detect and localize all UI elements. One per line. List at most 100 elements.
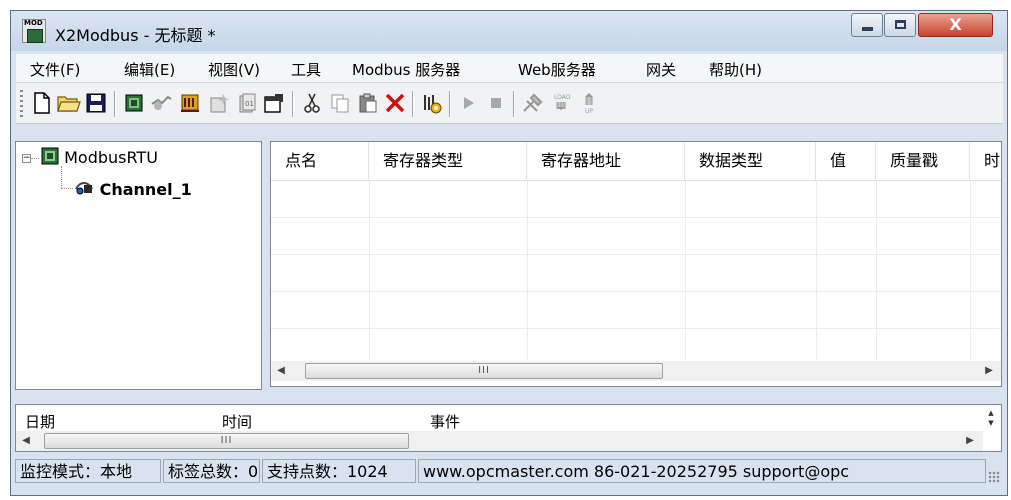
toolbar-separator [449, 91, 451, 117]
tree-node-label: ModbusRTU [64, 148, 158, 167]
copy-icon[interactable] [328, 91, 352, 115]
log-horizontal-scrollbar[interactable]: ◀ III ▶ [16, 431, 983, 451]
grid-column-line [876, 180, 877, 360]
tree-node-modbusrtu[interactable]: ModbusRTU [41, 147, 158, 167]
menu-bar: 文件(F) 编辑(E) 视图(V) 工具 Modbus 服务器 Web服务器 网… [16, 54, 1003, 83]
minimize-icon [862, 27, 873, 31]
tree-connector [61, 166, 62, 188]
resize-grip[interactable] [988, 471, 1000, 483]
scroll-thumb[interactable]: III [305, 363, 663, 379]
status-contact: www.opcmaster.com 86-021-20252795 suppor… [418, 459, 986, 483]
column-header-data-type[interactable]: 数据类型 [685, 142, 816, 180]
table-header: 点名 寄存器类型 寄存器地址 数据类型 值 质量戳 时间 [271, 142, 1001, 181]
close-icon: X [949, 15, 962, 34]
tree-node-label: Channel_1 [99, 180, 192, 199]
menu-web-server[interactable]: Web服务器 [518, 59, 596, 80]
minimize-button[interactable] [851, 13, 883, 37]
maximize-icon [895, 20, 906, 29]
svg-text:01: 01 [245, 100, 254, 108]
menu-edit[interactable]: 编辑(E) [124, 59, 175, 80]
grid-column-line [369, 180, 370, 360]
grid-column-line [970, 180, 971, 360]
add-point-icon[interactable]: 01 [235, 91, 259, 115]
menu-tools[interactable]: 工具 [291, 59, 321, 80]
toolbar-separator [114, 91, 116, 117]
menu-gateway[interactable]: 网关 [646, 59, 676, 80]
new-group-icon[interactable] [207, 91, 231, 115]
channel-icon [75, 182, 93, 195]
log-column-event[interactable]: 事件 [430, 411, 460, 432]
stop-icon[interactable] [484, 91, 508, 115]
event-log: 日期 时间 事件 ▲ ▼ ◀ III ▶ [15, 404, 1002, 452]
play-icon[interactable] [457, 91, 481, 115]
grid-row-line [271, 328, 1001, 329]
close-button[interactable]: X [918, 13, 993, 37]
tree-connector [31, 158, 39, 159]
scroll-left-icon[interactable]: ◀ [16, 431, 36, 451]
project-tree: − ModbusRTU Channel_1 [15, 141, 262, 390]
toolbar-grip[interactable] [20, 90, 23, 117]
column-header-time[interactable]: 时间 [970, 142, 1001, 180]
load-icon[interactable]: LOAD [549, 91, 573, 115]
chip-shape [27, 29, 43, 43]
log-column-date[interactable]: 日期 [25, 411, 55, 432]
paste-icon[interactable] [356, 91, 380, 115]
column-header-quality[interactable]: 质量戳 [876, 142, 970, 180]
tree-connector [61, 188, 73, 189]
maximize-button[interactable] [884, 13, 916, 37]
app-icon-label: MOD [24, 19, 43, 27]
device-icon [41, 147, 59, 165]
scroll-right-icon[interactable]: ▶ [979, 361, 999, 381]
grid-row-line [271, 291, 1001, 292]
column-header-value[interactable]: 值 [816, 142, 876, 180]
title-bar[interactable]: MOD X2Modbus - 无标题 * X [11, 11, 1007, 51]
run-config-icon[interactable] [420, 91, 444, 115]
scroll-thumb[interactable]: III [44, 433, 409, 449]
grid-row-line [271, 217, 1001, 218]
cut-icon[interactable] [300, 91, 324, 115]
new-file-icon[interactable] [30, 91, 54, 115]
toolbar-separator [412, 91, 414, 117]
status-tag-count: 标签总数：0 [163, 459, 260, 483]
app-icon: MOD [22, 19, 46, 43]
menu-help[interactable]: 帮助(H) [709, 59, 762, 80]
menu-view[interactable]: 视图(V) [208, 59, 260, 80]
column-header-register-type[interactable]: 寄存器类型 [369, 142, 527, 180]
save-icon[interactable] [84, 91, 108, 115]
load-label: LOAD [554, 94, 571, 101]
scroll-down-icon[interactable]: ▼ [983, 418, 999, 428]
properties-icon[interactable] [262, 91, 286, 115]
grid-column-line [685, 180, 686, 360]
log-column-time[interactable]: 时间 [222, 411, 252, 432]
scroll-up-icon[interactable]: ▲ [983, 408, 999, 418]
status-mode: 监控模式：本地 [15, 459, 161, 483]
add-channel-icon[interactable] [150, 91, 174, 115]
tag-table: 点名 寄存器类型 寄存器地址 数据类型 值 质量戳 时间 ◀ III ▶ [270, 141, 1002, 387]
status-support-points: 支持点数：1024 [262, 459, 416, 483]
grid-row-line [271, 254, 1001, 255]
log-vertical-scroll[interactable]: ▲ ▼ [983, 408, 999, 430]
tools-icon[interactable] [521, 91, 545, 115]
grid-column-line [527, 180, 528, 360]
upload-icon[interactable]: UP [577, 91, 601, 115]
table-horizontal-scrollbar[interactable]: ◀ III ▶ [271, 361, 1001, 381]
toolbar-separator [513, 91, 515, 117]
scroll-right-icon[interactable]: ▶ [960, 431, 980, 451]
menu-file[interactable]: 文件(F) [30, 59, 80, 80]
menu-modbus-server[interactable]: Modbus 服务器 [352, 59, 460, 80]
delete-icon[interactable] [383, 91, 407, 115]
open-folder-icon[interactable] [57, 91, 81, 115]
add-tag-icon[interactable] [178, 91, 202, 115]
scroll-left-icon[interactable]: ◀ [271, 361, 291, 381]
column-header-name[interactable]: 点名 [271, 142, 369, 180]
collapse-toggle[interactable]: − [22, 154, 31, 163]
grid-column-line [816, 180, 817, 360]
add-device-icon[interactable] [122, 91, 146, 115]
toolbar: 01 LOAD UP [16, 83, 1003, 124]
toolbar-separator [292, 91, 294, 117]
column-header-register-address[interactable]: 寄存器地址 [527, 142, 685, 180]
tree-node-channel[interactable]: Channel_1 [74, 179, 192, 199]
window-title: X2Modbus - 无标题 * [55, 26, 216, 45]
status-bar: 监控模式：本地 标签总数：0 支持点数：1024 www.opcmaster.c… [15, 457, 1002, 485]
up-label: UP [585, 108, 593, 115]
